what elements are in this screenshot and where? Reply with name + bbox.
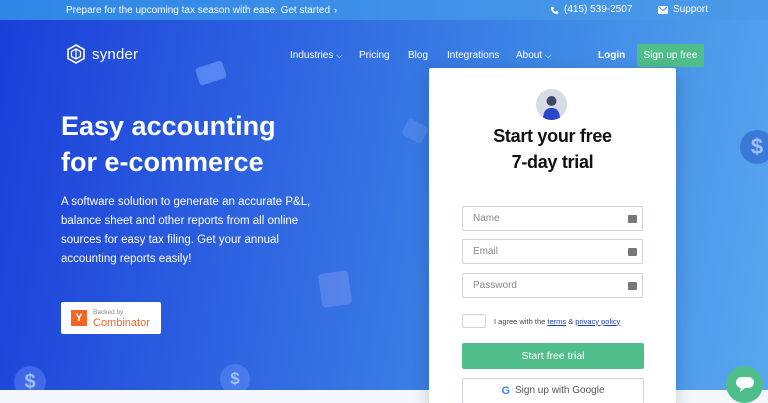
- dollar-coin-icon: $: [220, 364, 250, 390]
- synder-logo-icon: [67, 44, 85, 64]
- support-label: Support: [673, 4, 709, 15]
- form-title: Start your free 7-day trial: [429, 123, 676, 175]
- phone-icon: [550, 6, 559, 14]
- dollar-coin-icon: $: [740, 130, 768, 164]
- nav-label: Blog: [408, 50, 429, 61]
- announcement-link[interactable]: Prepare for the upcoming tax season with…: [66, 0, 337, 21]
- avatar: [536, 89, 567, 120]
- signup-form-card: Start your free 7-day trial I agree with…: [429, 68, 676, 403]
- hero-title-line2: for e-commerce: [61, 147, 264, 177]
- person-avatar-icon: [543, 96, 560, 120]
- logo-text: synder: [92, 45, 139, 63]
- start-free-trial-button[interactable]: Start free trial: [462, 343, 644, 369]
- chevron-down-icon: ⌵: [336, 50, 343, 60]
- nav-pricing[interactable]: Pricing: [359, 50, 390, 61]
- autofill-key-icon[interactable]: [628, 215, 637, 223]
- hero-title-line1: Easy accounting: [61, 111, 276, 141]
- chat-button[interactable]: [726, 366, 763, 403]
- terms-prefix: I agree with the: [494, 316, 548, 326]
- dollar-coin-icon: $: [14, 366, 46, 390]
- ycombinator-badge[interactable]: Y Backed by Combinator: [61, 302, 161, 334]
- chat-bubble-icon: [735, 377, 754, 392]
- form-title-line1: Start your free: [493, 126, 612, 146]
- google-icon: G: [501, 385, 511, 397]
- password-field-wrapper: [462, 273, 643, 298]
- nav-label: Pricing: [359, 50, 390, 61]
- synder-logo[interactable]: synder: [66, 44, 138, 64]
- email-field[interactable]: [463, 240, 642, 263]
- nav-label: Integrations: [447, 50, 500, 61]
- terms-link[interactable]: terms: [547, 317, 566, 326]
- nav-label: About: [516, 50, 543, 61]
- terms-amp: &: [566, 316, 576, 326]
- ycombinator-logo-icon: Y: [71, 310, 87, 326]
- announcement-bar: Prepare for the upcoming tax season with…: [0, 0, 768, 20]
- nav-about[interactable]: About ⌵: [516, 50, 551, 61]
- nav-blog[interactable]: Blog: [408, 50, 428, 61]
- chevron-down-icon: ⌵: [545, 50, 552, 60]
- email-field-wrapper: [462, 239, 643, 264]
- chevron-right-icon: ›: [334, 5, 338, 15]
- autofill-key-icon[interactable]: [628, 282, 637, 290]
- password-field[interactable]: [463, 274, 642, 297]
- privacy-policy-link[interactable]: privacy policy: [575, 317, 620, 326]
- google-signup-button[interactable]: G Sign up with Google: [462, 378, 644, 403]
- hero-description: A software solution to generate an accur…: [61, 196, 311, 265]
- terms-text: I agree with the terms & privacy policy: [494, 317, 620, 326]
- card-decoration-icon: [401, 117, 429, 145]
- name-field-wrapper: [462, 206, 643, 231]
- terms-checkbox[interactable]: [462, 314, 486, 328]
- autofill-key-icon[interactable]: [628, 248, 637, 256]
- badge-big-text: Combinator: [93, 317, 150, 329]
- announcement-text: Prepare for the upcoming tax season with…: [66, 5, 331, 16]
- card-decoration-icon: [194, 60, 228, 86]
- name-field[interactable]: [463, 207, 642, 230]
- shopping-bag-decoration-icon: [317, 270, 353, 308]
- mail-icon: [658, 6, 668, 14]
- nav-integrations[interactable]: Integrations: [447, 50, 499, 61]
- signup-free-button[interactable]: Sign up free: [637, 44, 704, 67]
- support-link[interactable]: Support: [658, 0, 708, 20]
- hero-title: Easy accounting for e-commerce: [61, 108, 361, 180]
- badge-text: Backed by Combinator: [93, 308, 150, 329]
- login-link[interactable]: Login: [598, 50, 625, 61]
- nav-label: Industries: [290, 50, 334, 61]
- phone-link[interactable]: (415) 539-2507: [550, 0, 632, 20]
- phone-number: (415) 539-2507: [564, 4, 633, 15]
- form-title-line2: 7-day trial: [511, 152, 594, 172]
- terms-agreement: I agree with the terms & privacy policy: [462, 314, 620, 328]
- google-signup-label: Sign up with Google: [515, 385, 605, 396]
- nav-industries[interactable]: Industries ⌵: [290, 50, 342, 61]
